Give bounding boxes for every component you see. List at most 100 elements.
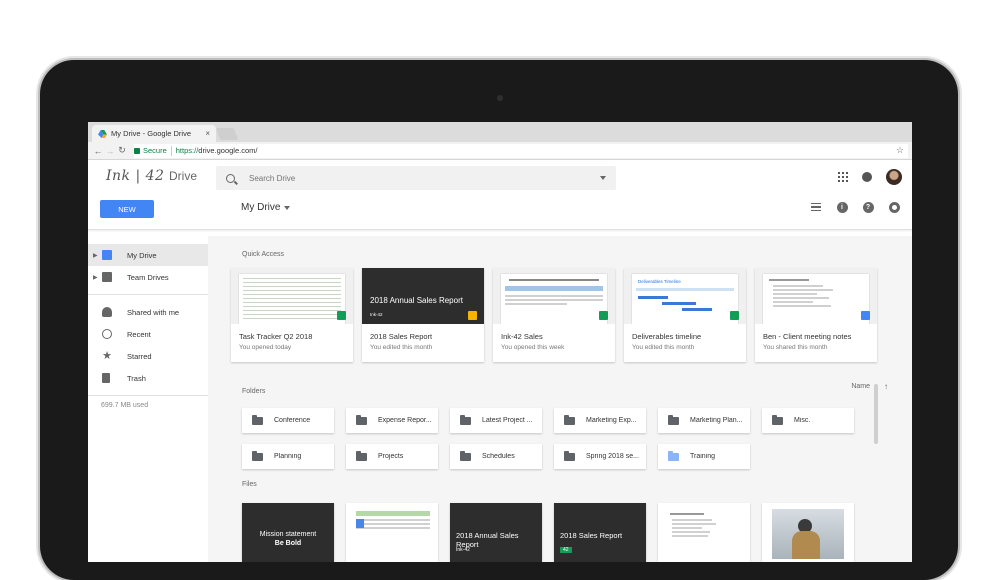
file-card[interactable]: 2018 Annual Sales Report Ink-42	[450, 503, 542, 562]
sidebar: ▶ My Drive ▶ Team Drives Shared with me …	[88, 236, 208, 562]
thumb-title: Mission statement	[259, 531, 317, 538]
folder-item[interactable]: Expense Repor...	[346, 408, 438, 433]
main-area: ▶ My Drive ▶ Team Drives Shared with me …	[88, 236, 912, 562]
card-name: Deliverables timeline	[632, 332, 702, 341]
expand-arrow-icon[interactable]: ▶	[93, 274, 98, 281]
secure-indicator[interactable]: Secure	[134, 146, 167, 155]
card-thumbnail	[493, 268, 615, 324]
new-tab-button[interactable]	[215, 128, 239, 140]
apps-grid-icon[interactable]	[838, 172, 848, 182]
quick-access-card[interactable]: 2018 Annual Sales Report Ink-42 2018 Sal…	[362, 268, 484, 362]
thumb-subtitle: Ink-42	[370, 312, 383, 317]
folder-item[interactable]: Schedules	[450, 444, 542, 469]
trash-icon	[102, 373, 110, 383]
notifications-icon[interactable]	[862, 172, 872, 182]
sort-control[interactable]: Name ↑	[851, 382, 888, 391]
avatar[interactable]	[886, 169, 902, 185]
expand-arrow-icon[interactable]: ▶	[93, 252, 98, 259]
files-label: Files	[242, 481, 257, 488]
quick-access-card[interactable]: Task Tracker Q2 2018 You opened today	[231, 268, 353, 362]
info-icon[interactable]: i	[836, 201, 848, 213]
quick-access-card[interactable]: Deliverables Timeline Deliverables timel…	[624, 268, 746, 362]
card-name: Ben - Client meeting notes	[763, 332, 852, 341]
folder-item[interactable]: Projects	[346, 444, 438, 469]
help-icon[interactable]: ?	[862, 201, 874, 213]
folder-item[interactable]: Marketing Plan...	[658, 408, 750, 433]
file-card[interactable]: 2018 Sales Report 42	[554, 503, 646, 562]
folder-item[interactable]: Training	[658, 444, 750, 469]
header-icons	[838, 169, 902, 185]
search-icon[interactable]	[226, 173, 235, 183]
search-options-icon[interactable]	[600, 176, 606, 180]
forward-arrow-icon[interactable]: →	[104, 146, 116, 156]
divider	[88, 395, 208, 396]
folder-shared-icon	[356, 450, 367, 461]
card-thumbnail	[231, 268, 353, 324]
bookmark-star-icon[interactable]: ☆	[896, 145, 904, 156]
file-card[interactable]: Mission statement Be Bold	[242, 503, 334, 562]
scrollbar[interactable]	[874, 384, 878, 444]
sidebar-item-recent[interactable]: Recent	[88, 323, 208, 345]
thumb-title: 2018 Annual Sales Report	[370, 296, 463, 305]
card-name: Ink-42 Sales	[501, 332, 543, 341]
folder-shared-icon	[668, 414, 679, 425]
folder-item[interactable]: Misc.	[762, 408, 854, 433]
settings-gear-icon[interactable]	[888, 201, 900, 213]
folder-item[interactable]: Planning	[242, 444, 334, 469]
folder-item[interactable]: Conference	[242, 408, 334, 433]
sidebar-item-shared[interactable]: Shared with me	[88, 301, 208, 323]
card-thumbnail: Deliverables Timeline	[624, 268, 746, 324]
sheets-icon	[730, 311, 739, 320]
lock-icon	[134, 147, 140, 154]
folder-item[interactable]: Marketing Exp...	[554, 408, 646, 433]
sidebar-item-team-drives[interactable]: ▶ Team Drives	[88, 266, 208, 288]
back-arrow-icon[interactable]: ←	[92, 146, 104, 156]
webcam	[497, 95, 503, 101]
folder-shared-icon	[564, 450, 575, 461]
url-text: https://drive.google.com/	[175, 146, 258, 155]
folder-shared-icon	[668, 450, 679, 461]
folder-shared-icon	[460, 450, 471, 461]
file-card[interactable]	[762, 503, 854, 562]
storage-usage: 699.7 MB used	[101, 402, 149, 409]
folders-label: Folders	[242, 388, 266, 395]
card-meta: You edited this month	[632, 344, 695, 351]
docs-icon	[861, 311, 870, 320]
card-name: 2018 Sales Report	[370, 332, 433, 341]
folder-shared-icon	[356, 414, 367, 425]
new-button[interactable]: NEW	[100, 200, 154, 218]
quick-access-card[interactable]: Ben - Client meeting notes You shared th…	[755, 268, 877, 362]
folder-item[interactable]: Spring 2018 se...	[554, 444, 646, 469]
star-icon: ★	[102, 350, 112, 362]
search-input[interactable]	[249, 173, 600, 183]
omnibox[interactable]: Secure https://drive.google.com/ ☆	[134, 143, 908, 158]
card-meta: You opened today	[239, 344, 292, 351]
people-icon	[102, 307, 112, 317]
card-meta: You edited this month	[370, 344, 433, 351]
sort-name-label[interactable]: Name	[851, 383, 870, 390]
search-box[interactable]	[216, 166, 616, 190]
list-view-icon[interactable]	[810, 201, 822, 213]
thumb-title: 2018 Sales Report	[560, 531, 623, 540]
tab-close-icon[interactable]: ×	[205, 129, 210, 138]
folder-shared-icon	[252, 414, 263, 425]
location-dropdown[interactable]: My Drive	[241, 202, 291, 213]
quick-access-card[interactable]: Ink-42 Sales You opened this week	[493, 268, 615, 362]
folder-item[interactable]: Latest Project ...	[450, 408, 542, 433]
thumb-title: Deliverables Timeline	[638, 279, 681, 284]
location-title: My Drive	[241, 202, 281, 213]
file-browser: Quick Access Task Tracker Q2 2018 You op…	[208, 236, 912, 562]
drive-favicon-icon	[98, 129, 107, 138]
sort-ascending-icon[interactable]: ↑	[884, 382, 888, 391]
sidebar-item-starred[interactable]: ★ Starred	[88, 345, 208, 367]
address-bar: ← → ↻ Secure https://drive.google.com/ ☆	[88, 142, 912, 160]
sidebar-item-trash[interactable]: Trash	[88, 367, 208, 389]
browser-tab[interactable]: My Drive - Google Drive ×	[92, 125, 216, 142]
ink42-logo[interactable]: Ink | 42	[106, 168, 164, 184]
file-card[interactable]	[346, 503, 438, 562]
sidebar-item-my-drive[interactable]: ▶ My Drive	[88, 244, 208, 266]
file-card[interactable]	[658, 503, 750, 562]
reload-icon[interactable]: ↻	[116, 145, 128, 156]
product-name: Drive	[169, 169, 198, 183]
divider	[88, 294, 208, 295]
